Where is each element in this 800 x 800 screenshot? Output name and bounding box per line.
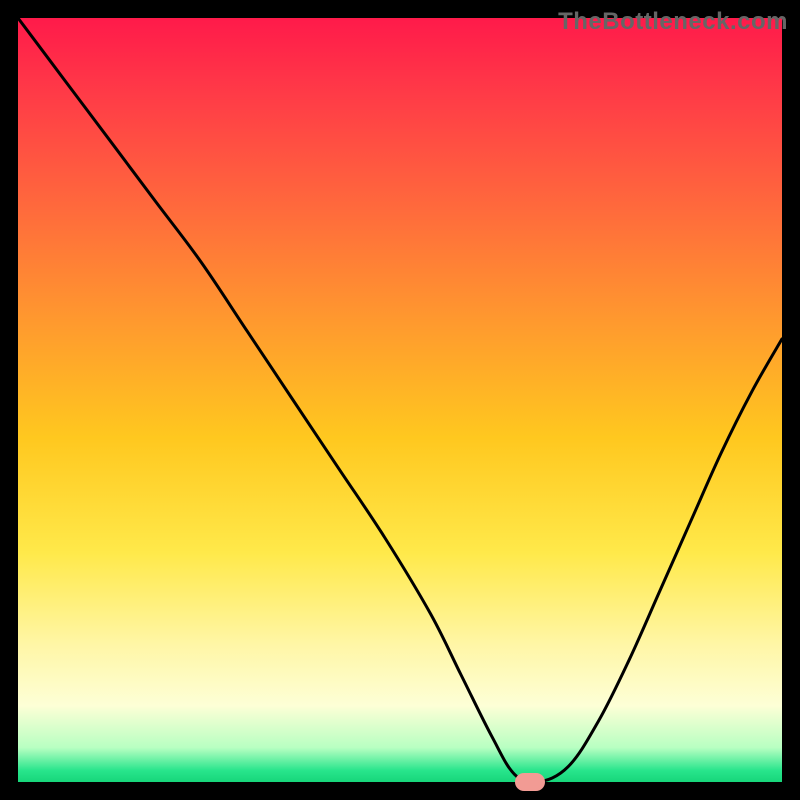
plot-area <box>18 18 782 782</box>
gradient-background <box>18 18 782 782</box>
watermark-text: TheBottleneck.com <box>558 8 788 36</box>
chart-stage: TheBottleneck.com <box>0 0 800 800</box>
optimal-marker <box>515 773 545 791</box>
gradient-plot <box>18 18 782 782</box>
